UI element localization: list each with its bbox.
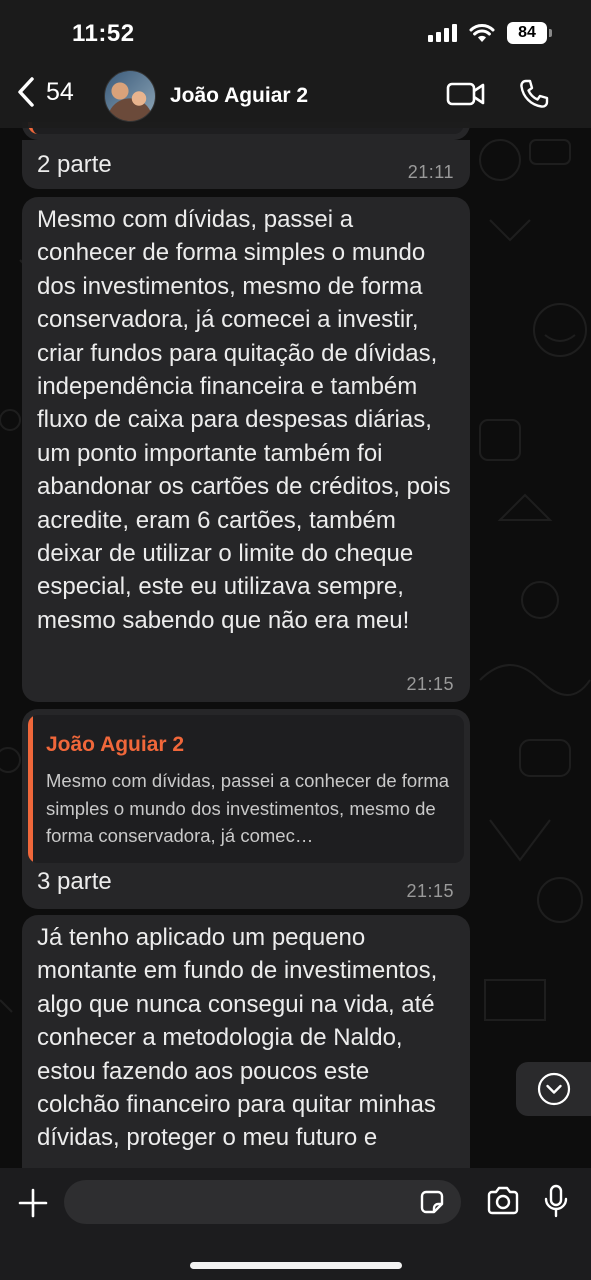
phone-icon bbox=[520, 79, 549, 108]
battery-indicator: 84 bbox=[507, 22, 552, 44]
camera-icon bbox=[487, 1186, 519, 1215]
message-text: 2 parte bbox=[37, 151, 112, 178]
message-input[interactable] bbox=[64, 1180, 461, 1224]
microphone-icon bbox=[544, 1184, 568, 1218]
message-bubble[interactable]: 2 parte 21:11 bbox=[22, 140, 470, 189]
attach-button[interactable] bbox=[18, 1188, 48, 1223]
home-indicator bbox=[190, 1262, 402, 1269]
message-text: Mesmo com dívidas, passei a conhecer de … bbox=[37, 206, 451, 634]
unread-count: 54 bbox=[46, 77, 74, 106]
microphone-button[interactable] bbox=[543, 1184, 569, 1223]
composer-bar bbox=[0, 1168, 591, 1280]
camera-button[interactable] bbox=[486, 1186, 520, 1221]
scroll-to-bottom-button[interactable] bbox=[516, 1062, 591, 1116]
chevron-left-icon bbox=[18, 77, 34, 107]
chevron-down-circle-icon bbox=[537, 1072, 570, 1106]
nav-bar: 54 João Aguiar 2 bbox=[0, 64, 591, 124]
cellular-signal-icon bbox=[428, 24, 457, 42]
wifi-icon bbox=[469, 23, 495, 42]
avatar[interactable] bbox=[104, 70, 156, 122]
message-text: 3 parte bbox=[37, 868, 112, 895]
chat-header: 11:52 84 54 João Aguiar 2 bbox=[0, 0, 591, 128]
contact-name[interactable]: João Aguiar 2 bbox=[170, 84, 308, 108]
status-icons: 84 bbox=[428, 22, 552, 44]
quoted-message[interactable]: João Aguiar 2 Mesmo com dívidas, passei … bbox=[28, 715, 464, 863]
back-button[interactable]: 54 bbox=[16, 76, 74, 108]
video-call-button[interactable] bbox=[446, 80, 486, 113]
message-time: 21:15 bbox=[406, 881, 454, 901]
plus-icon bbox=[18, 1188, 48, 1218]
quote-author: João Aguiar 2 bbox=[46, 733, 185, 756]
voice-call-button[interactable] bbox=[518, 78, 550, 115]
sticker-button[interactable] bbox=[418, 1188, 446, 1221]
status-time: 11:52 bbox=[72, 20, 135, 47]
reply-message-bubble[interactable]: João Aguiar 2 Mesmo com dívidas, passei … bbox=[22, 709, 470, 909]
message-bubble[interactable]: Mesmo com dívidas, passei a conhecer de … bbox=[22, 197, 470, 702]
video-camera-icon bbox=[446, 82, 485, 106]
message-time: 21:15 bbox=[406, 674, 454, 694]
quote-text: Mesmo com dívidas, passei a conhecer de … bbox=[46, 770, 450, 846]
sticker-icon bbox=[420, 1190, 444, 1214]
message-text: Já tenho aplicado um pequeno montante em… bbox=[37, 924, 438, 1152]
quote-accent-bar bbox=[28, 715, 33, 863]
message-time: 21:11 bbox=[407, 162, 454, 182]
